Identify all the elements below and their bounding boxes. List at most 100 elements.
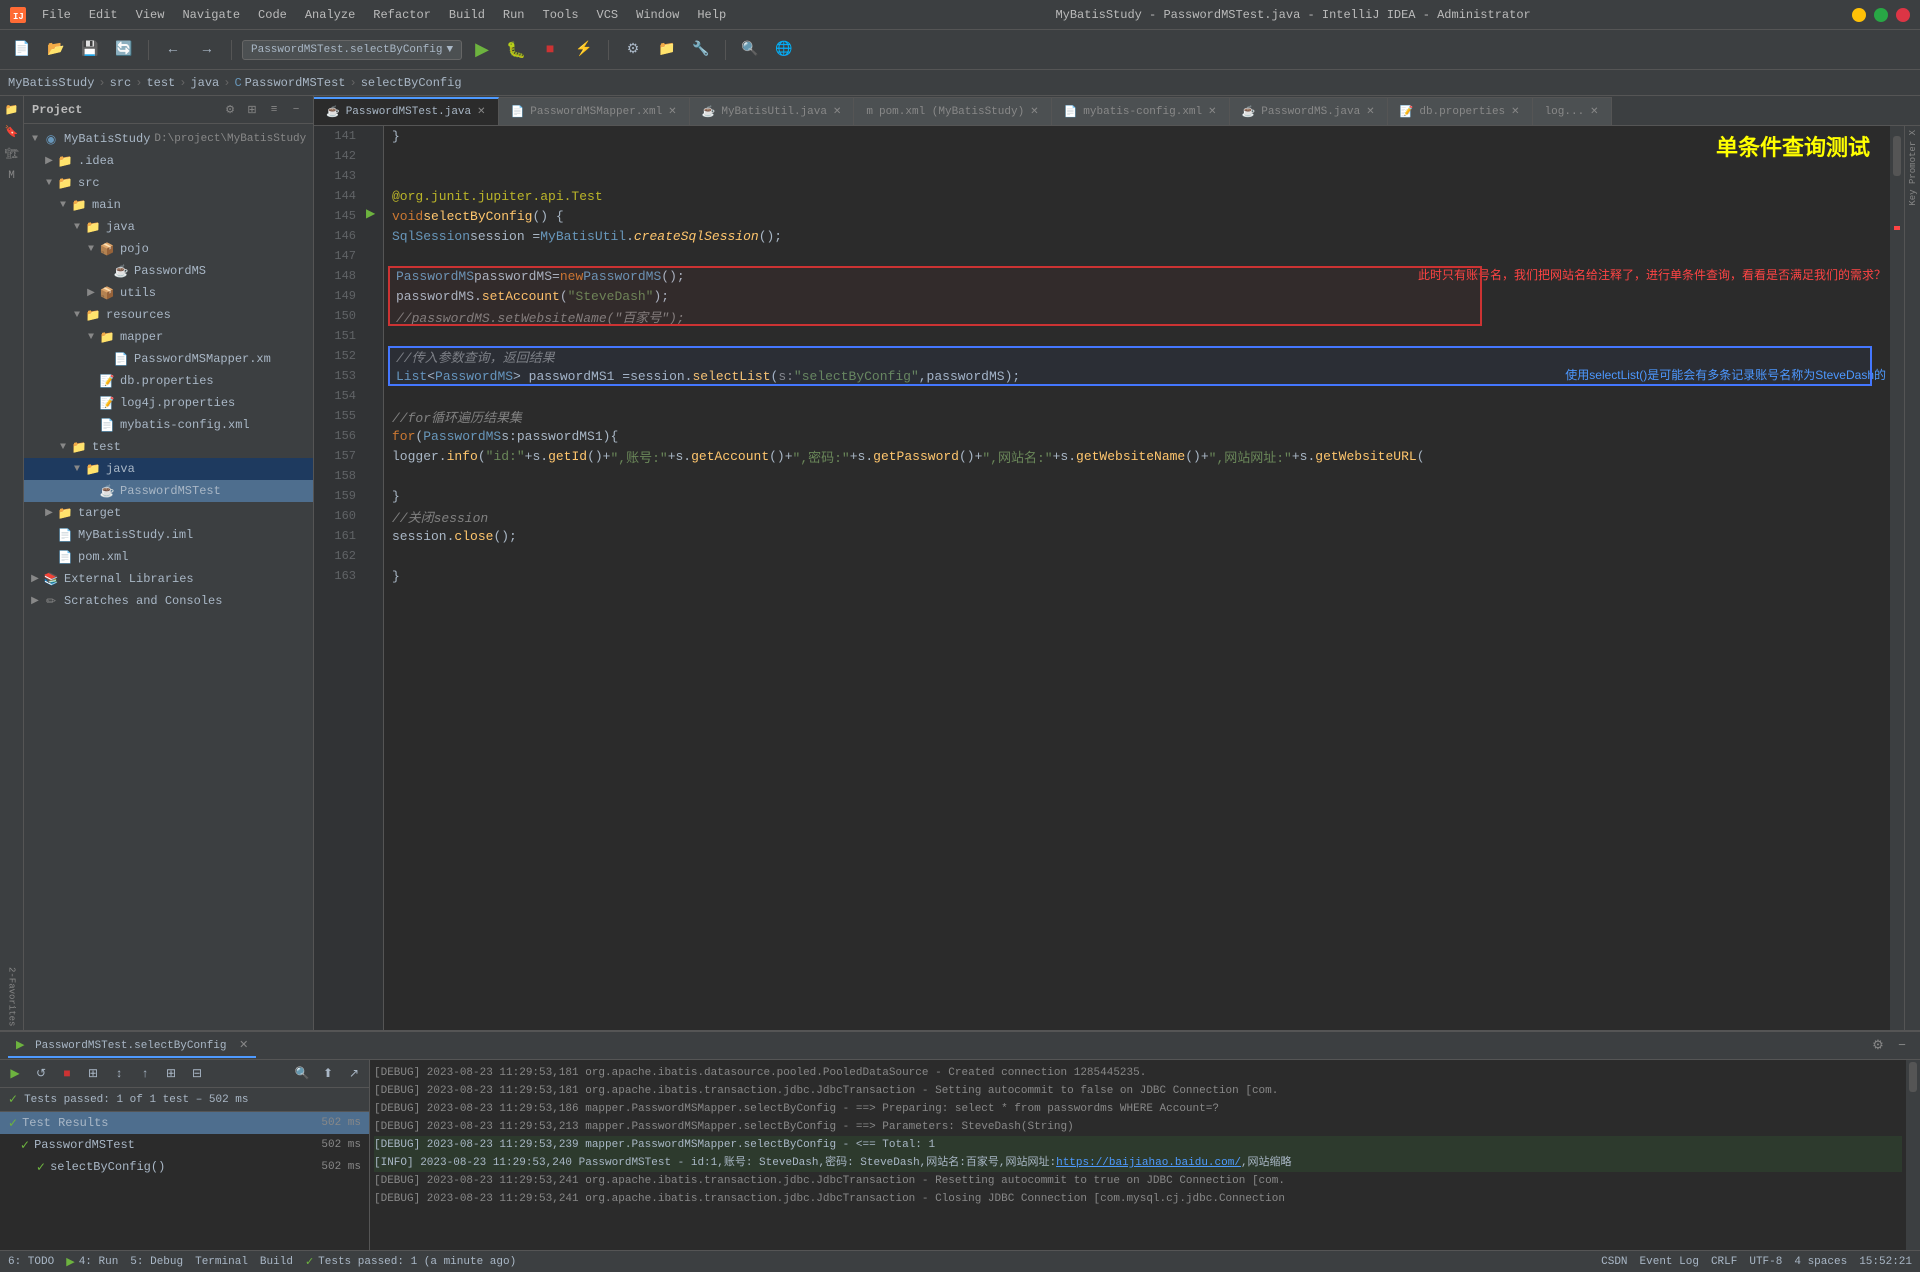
run-gutter-icon[interactable]: ▶ [366, 206, 375, 221]
toggle-tree-button[interactable]: ⊞ [82, 1063, 104, 1085]
search-everywhere-button[interactable]: 🔍 [736, 36, 764, 64]
settings-icon[interactable]: ⚙ [1868, 1036, 1888, 1056]
tab-mybatisutil[interactable]: ☕ MyBatisUtil.java ✕ [690, 97, 855, 125]
status-event-log[interactable]: Event Log [1640, 1256, 1699, 1268]
tab-run[interactable]: ▶ PasswordMSTest.selectByConfig ✕ [8, 1034, 256, 1058]
menu-edit[interactable]: Edit [81, 4, 126, 26]
tab-close-button[interactable]: ✕ [833, 106, 841, 118]
back-button[interactable]: ← [159, 36, 187, 64]
search-test-button[interactable]: 🔍 [291, 1063, 313, 1085]
log-link[interactable]: https://baijiahao.baidu.com/ [1056, 1157, 1241, 1169]
menu-code[interactable]: Code [250, 4, 295, 26]
bookmark-icon[interactable]: 🔖 [2, 122, 22, 142]
tree-item-pom[interactable]: 📄 pom.xml [24, 546, 313, 568]
status-todo[interactable]: 6: TODO [8, 1256, 54, 1268]
breadcrumb-project[interactable]: MyBatisStudy [8, 76, 94, 90]
tab-pom[interactable]: m pom.xml (MyBatisStudy) ✕ [854, 97, 1051, 125]
gear-icon[interactable]: ⚙ [221, 101, 239, 119]
sort-alpha-button[interactable]: ↑ [134, 1063, 156, 1085]
tree-item-db-props[interactable]: 📝 db.properties [24, 370, 313, 392]
collapse-all-button[interactable]: ⊟ [186, 1063, 208, 1085]
key-promoter-icon[interactable]: Key Promoter X [1908, 130, 1918, 206]
menu-vcs[interactable]: VCS [589, 4, 627, 26]
log-scroll-thumb[interactable] [1909, 1062, 1917, 1092]
project-icon[interactable]: 📁 [2, 100, 22, 120]
tree-item-java[interactable]: ▼ 📁 java [24, 216, 313, 238]
menu-analyze[interactable]: Analyze [297, 4, 363, 26]
sync-button[interactable]: 🔄 [110, 36, 138, 64]
menu-refactor[interactable]: Refactor [365, 4, 439, 26]
maven-icon[interactable]: M [2, 166, 22, 186]
tree-item-resources[interactable]: ▼ 📁 resources [24, 304, 313, 326]
test-result-root[interactable]: ✓ Test Results 502 ms [0, 1112, 369, 1134]
tree-item-mybatisstudy[interactable]: ▼ ◉ MyBatisStudy D:\project\MyBatisStudy [24, 128, 313, 150]
project-structure-button[interactable]: 📁 [653, 36, 681, 64]
minimize-button[interactable] [1852, 8, 1866, 22]
editor-tabs[interactable]: ☕ PasswordMSTest.java ✕ 📄 PasswordMSMapp… [314, 96, 1920, 126]
tree-item-mapper-xml[interactable]: 📄 PasswordMSMapper.xm [24, 348, 313, 370]
tab-close-button[interactable]: ✕ [1366, 106, 1374, 118]
minimize-panel-icon[interactable]: − [1892, 1036, 1912, 1056]
menu-run[interactable]: Run [495, 4, 533, 26]
tab-db-props[interactable]: 📝 db.properties ✕ [1388, 97, 1533, 125]
breadcrumb-test[interactable]: test [146, 76, 175, 90]
editor-scrollbar[interactable] [1890, 126, 1904, 1030]
translate-button[interactable]: 🌐 [770, 36, 798, 64]
menu-file[interactable]: File [34, 4, 79, 26]
rerun-failed-button[interactable]: ↺ [30, 1063, 52, 1085]
menu-tools[interactable]: Tools [535, 4, 587, 26]
layout-icon[interactable]: ⊞ [243, 101, 261, 119]
menu-help[interactable]: Help [689, 4, 734, 26]
status-run[interactable]: ▶ 4: Run [66, 1255, 118, 1269]
save-button[interactable]: 💾 [76, 36, 104, 64]
tree-item-main[interactable]: ▼ 📁 main [24, 194, 313, 216]
stop-button[interactable]: ■ [536, 36, 564, 64]
stop-button[interactable]: ■ [56, 1063, 78, 1085]
status-debug[interactable]: 5: Debug [130, 1256, 183, 1268]
test-result-class[interactable]: ✓ PasswordMSTest 502 ms [0, 1134, 369, 1156]
menu-bar[interactable]: File Edit View Navigate Code Analyze Ref… [34, 4, 734, 26]
coverage-button[interactable]: ⚡ [570, 36, 598, 64]
tab-close-button[interactable]: ✕ [1030, 106, 1038, 118]
settings-icon[interactable]: ≡ [265, 101, 283, 119]
tree-item-test-java[interactable]: ▼ 📁 java [24, 458, 313, 480]
log-scrollbar[interactable] [1906, 1060, 1920, 1250]
tree-item-mybatis-config[interactable]: 📄 mybatis-config.xml [24, 414, 313, 436]
breadcrumb-java[interactable]: java [190, 76, 219, 90]
tree-item-mapper[interactable]: ▼ 📁 mapper [24, 326, 313, 348]
run-button[interactable]: ▶ [468, 36, 496, 64]
new-file-button[interactable]: 📄 [8, 36, 36, 64]
settings-button[interactable]: ⚙ [619, 36, 647, 64]
maximize-button[interactable] [1874, 8, 1888, 22]
run-config-dropdown[interactable]: PasswordMSTest.selectByConfig ▼ [242, 40, 462, 60]
menu-view[interactable]: View [128, 4, 173, 26]
rerun-button[interactable]: ▶ [4, 1063, 26, 1085]
breadcrumb-src[interactable]: src [110, 76, 132, 90]
status-csdn[interactable]: CSDN [1601, 1256, 1627, 1268]
tab-mapper-xml[interactable]: 📄 PasswordMSMapper.xml ✕ [499, 97, 690, 125]
tab-close-button[interactable]: ✕ [1511, 106, 1519, 118]
status-line-sep[interactable]: CRLF [1711, 1256, 1737, 1268]
expand-all-button[interactable]: ⊞ [160, 1063, 182, 1085]
tree-item-external-libs[interactable]: ▶ 📚 External Libraries [24, 568, 313, 590]
tree-item-log4j[interactable]: 📝 log4j.properties [24, 392, 313, 414]
tree-item-idea[interactable]: ▶ 📁 .idea [24, 150, 313, 172]
tab-passwordmstest[interactable]: ☕ PasswordMSTest.java ✕ [314, 97, 499, 125]
collapse-icon[interactable]: − [287, 101, 305, 119]
open-button[interactable]: 📂 [42, 36, 70, 64]
debug-button[interactable]: 🐛 [502, 36, 530, 64]
tab-close-button[interactable]: ✕ [1208, 106, 1216, 118]
tab-log[interactable]: log... ✕ [1533, 97, 1612, 125]
status-terminal[interactable]: Terminal [195, 1256, 248, 1268]
breadcrumb-method[interactable]: selectByConfig [361, 76, 462, 90]
main-editor[interactable]: 141 142 143 144 145 146 147 148 149 150 … [314, 126, 1904, 1030]
close-button[interactable] [1896, 8, 1910, 22]
tree-item-src[interactable]: ▼ 📁 src [24, 172, 313, 194]
code-content[interactable]: 单条件查询测试 } @org.junit.jupiter.api.Test vo… [384, 126, 1890, 1030]
tree-item-target[interactable]: ▶ 📁 target [24, 502, 313, 524]
status-indent[interactable]: 4 spaces [1794, 1256, 1847, 1268]
tree-item-utils[interactable]: ▶ 📦 utils [24, 282, 313, 304]
tab-mybatis-config[interactable]: 📄 mybatis-config.xml ✕ [1052, 97, 1230, 125]
status-build[interactable]: Build [260, 1256, 293, 1268]
sort-button[interactable]: ↕ [108, 1063, 130, 1085]
